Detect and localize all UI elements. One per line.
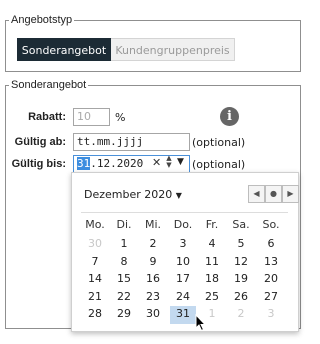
calendar-day[interactable]: 28 <box>81 307 109 320</box>
calendar-day[interactable]: 23 <box>139 290 167 303</box>
calendar-day[interactable]: 21 <box>81 290 109 303</box>
valid-from-input[interactable]: tt.mm.jjjj <box>73 133 190 151</box>
calendar-day[interactable]: 2 <box>139 237 167 250</box>
calendar-day[interactable]: 22 <box>110 290 138 303</box>
calendar-day[interactable]: 30 <box>139 307 167 320</box>
calendar-divider <box>81 212 288 213</box>
calendar-day[interactable]: 4 <box>198 237 226 250</box>
calendar-day[interactable]: 30 <box>81 237 109 250</box>
month-caret-icon: ▼ <box>175 191 182 200</box>
discount-unit: % <box>115 111 126 124</box>
valid-from-label: Gültig ab: <box>14 136 66 148</box>
calendar-day[interactable]: 2 <box>227 307 255 320</box>
calendar-day[interactable]: 16 <box>139 272 167 285</box>
calendar-day[interactable]: 15 <box>110 272 138 285</box>
discount-label: Rabatt: <box>28 111 66 123</box>
calendar-day[interactable]: 26 <box>227 290 255 303</box>
tab-special-offer[interactable]: Sonderangebot <box>17 38 111 61</box>
calendar-day[interactable]: 18 <box>198 272 226 285</box>
dropdown-arrow-icon[interactable]: ▼ <box>177 157 184 167</box>
weekday-header: Sa. <box>232 218 250 231</box>
weekday-header: Fr. <box>205 218 219 231</box>
calendar-day[interactable]: 13 <box>257 255 285 268</box>
calendar-day[interactable]: 27 <box>257 290 285 303</box>
month-select[interactable]: Dezember 2020 ▼ <box>84 188 182 201</box>
clear-icon[interactable]: ✕ <box>152 156 161 169</box>
calendar-day[interactable]: 6 <box>257 237 285 250</box>
tab-customer-group-price[interactable]: Kundengruppenpreis <box>111 38 235 61</box>
valid-to-rest[interactable]: .12.2020 <box>90 157 143 170</box>
today-button[interactable]: ● <box>265 185 282 203</box>
discount-placeholder: 10 <box>77 110 91 123</box>
calendar-day[interactable]: 20 <box>257 272 285 285</box>
special-offer-legend: Sonderangebot <box>11 79 87 91</box>
valid-to-optional: (optional) <box>192 158 246 171</box>
calendar-day[interactable]: 3 <box>257 307 285 320</box>
valid-to-label: Gültig bis: <box>11 158 66 170</box>
calendar-day[interactable]: 19 <box>227 272 255 285</box>
discount-input[interactable]: 10 <box>73 108 110 126</box>
valid-from-optional: (optional) <box>192 136 246 149</box>
offer-type-legend: Angebotstyp <box>11 14 73 26</box>
calendar-day[interactable]: 14 <box>81 272 109 285</box>
weekday-header: Mo. <box>85 218 105 231</box>
valid-to-day-segment[interactable]: 31 <box>77 157 91 170</box>
weekday-header: So. <box>262 218 280 231</box>
calendar-day[interactable]: 1 <box>110 237 138 250</box>
calendar-day[interactable]: 12 <box>227 255 255 268</box>
info-icon[interactable]: i <box>220 107 239 126</box>
calendar-day[interactable]: 25 <box>198 290 226 303</box>
cursor-icon <box>195 314 207 332</box>
calendar-day[interactable]: 5 <box>227 237 255 250</box>
calendar-day[interactable]: 7 <box>81 255 109 268</box>
calendar-day[interactable]: 11 <box>198 255 226 268</box>
calendar-day[interactable]: 3 <box>169 237 197 250</box>
weekday-header: Do. <box>173 218 193 231</box>
calendar-day[interactable]: 29 <box>110 307 138 320</box>
calendar-day[interactable]: 10 <box>169 255 197 268</box>
weekday-header: Mi. <box>144 218 162 231</box>
month-label: Dezember 2020 <box>84 188 173 201</box>
calendar-day[interactable]: 31 <box>169 307 197 320</box>
weekday-header: Di. <box>116 218 132 231</box>
calendar-day[interactable]: 24 <box>169 290 197 303</box>
calendar-day[interactable]: 17 <box>169 272 197 285</box>
prev-month-button[interactable]: ◀ <box>248 185 265 203</box>
calendar-day[interactable]: 8 <box>110 255 138 268</box>
calendar-day[interactable]: 9 <box>139 255 167 268</box>
spin-arrows-icon[interactable]: ▲ ▼ <box>165 155 173 169</box>
next-month-button[interactable]: ▶ <box>282 185 299 203</box>
